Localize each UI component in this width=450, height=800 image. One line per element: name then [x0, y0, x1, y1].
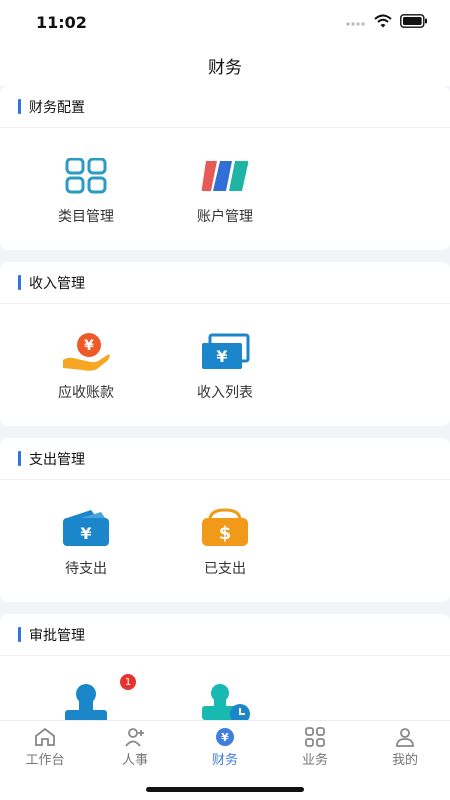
svg-text:¥: ¥ — [80, 524, 91, 543]
tab-label: 工作台 — [25, 753, 65, 768]
section-header: 收入管理 — [0, 262, 450, 304]
svg-text:$: $ — [219, 523, 232, 544]
accent-bar — [18, 627, 21, 642]
page-title: 财务 — [208, 57, 242, 78]
grid-icon — [65, 158, 107, 194]
tile-label: 应收账款 — [58, 385, 114, 401]
account-cards-icon — [201, 161, 249, 191]
tile-income-list[interactable]: ¥ 收入列表 — [165, 304, 285, 424]
accent-bar — [18, 275, 21, 290]
svg-text:¥: ¥ — [216, 347, 227, 366]
status-icons — [346, 14, 428, 28]
tile-label: 账户管理 — [197, 209, 253, 225]
status-bar: 11:02 — [0, 0, 450, 44]
wallet-dollar-icon: $ — [202, 508, 248, 546]
tile-label: 待支出 — [65, 561, 107, 577]
section-header: 审批管理 — [0, 614, 450, 656]
user-icon — [396, 728, 414, 747]
tab-mine[interactable]: 我的 — [360, 727, 450, 771]
person-add-icon — [125, 728, 144, 747]
svg-text:¥: ¥ — [221, 731, 229, 744]
content-area[interactable]: 财务配置 类目管理 账户管理 收入管理 ¥ 应收账款 ¥ 收入列表 支出管理 ¥… — [0, 86, 450, 720]
tile-label: 类目管理 — [58, 209, 114, 225]
tile-accounts-receivable[interactable]: ¥ 应收账款 — [26, 304, 146, 424]
grid-icon — [305, 727, 325, 747]
accent-bar — [18, 99, 21, 114]
section-title: 收入管理 — [29, 275, 85, 292]
navigation-bar: 财务 — [0, 44, 450, 86]
tile-approval-stamp[interactable]: 1 — [26, 656, 146, 720]
tab-business[interactable]: 业务 — [270, 727, 360, 771]
hand-coin-icon: ¥ — [63, 333, 110, 371]
home-icon — [35, 727, 55, 746]
section-income-management: 收入管理 ¥ 应收账款 ¥ 收入列表 — [0, 262, 450, 426]
tab-personnel[interactable]: 人事 — [90, 727, 180, 771]
section-approval-management: 审批管理 1 — [0, 614, 450, 720]
notification-badge: 1 — [120, 674, 136, 690]
tile-account-management[interactable]: 账户管理 — [165, 128, 285, 248]
accent-bar — [18, 451, 21, 466]
section-title: 审批管理 — [29, 627, 85, 644]
section-header: 财务配置 — [0, 86, 450, 128]
section-title: 支出管理 — [29, 451, 85, 468]
section-title: 财务配置 — [29, 99, 85, 116]
tab-label: 我的 — [391, 753, 418, 768]
home-indicator — [146, 787, 304, 792]
signal-icon — [346, 22, 365, 26]
tab-label: 人事 — [121, 753, 148, 768]
yen-circle-icon: ¥ — [216, 728, 234, 746]
tab-label: 业务 — [301, 753, 328, 768]
wifi-icon — [374, 14, 392, 28]
stamp-icon — [65, 684, 107, 720]
section-expense-management: 支出管理 ¥ 待支出 $ 已支出 — [0, 438, 450, 602]
wallet-yen-icon: ¥ — [63, 510, 109, 546]
section-finance-config: 财务配置 类目管理 账户管理 — [0, 86, 450, 250]
tab-finance[interactable]: ¥ 财务 — [180, 727, 270, 771]
tile-approval-pending[interactable] — [165, 656, 285, 720]
status-time: 11:02 — [36, 13, 87, 32]
section-header: 支出管理 — [0, 438, 450, 480]
tile-paid-expense[interactable]: $ 已支出 — [165, 480, 285, 600]
svg-text:¥: ¥ — [84, 338, 94, 354]
tile-pending-expense[interactable]: ¥ 待支出 — [26, 480, 146, 600]
tile-category-management[interactable]: 类目管理 — [26, 128, 146, 248]
tab-label: 财务 — [211, 753, 238, 768]
stamp-clock-icon — [202, 684, 250, 720]
yen-bills-icon: ¥ — [202, 333, 250, 369]
tile-label: 收入列表 — [197, 385, 253, 401]
tile-label: 已支出 — [204, 561, 246, 577]
tab-workbench[interactable]: 工作台 — [0, 727, 90, 771]
battery-icon — [400, 14, 427, 28]
